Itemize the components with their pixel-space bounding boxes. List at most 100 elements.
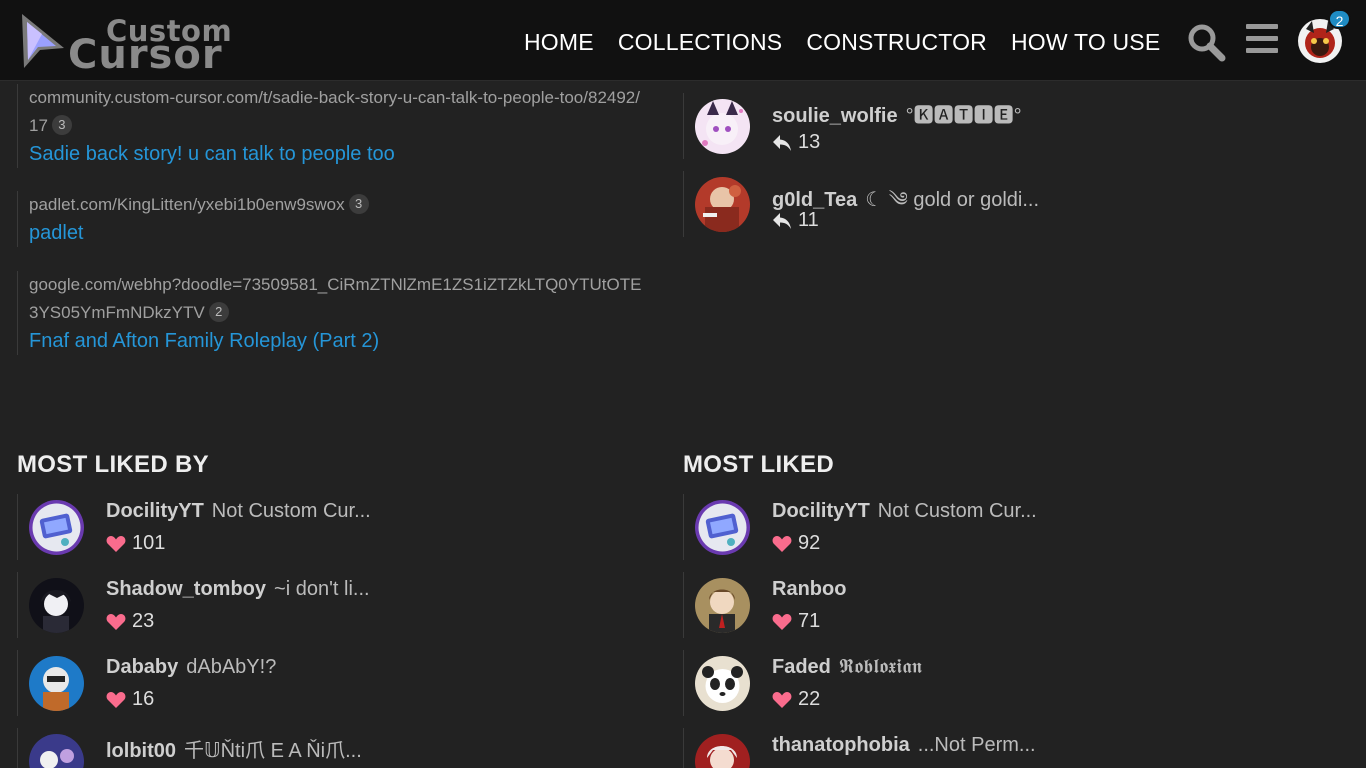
user-title: dAbAbY!? [186,656,277,678]
link-url: google.com/webhp?doodle=73509581_CiRmZTN… [29,275,642,322]
user-info: lolbit00 千𝕌Ňti爪 E A Ňi爪... [106,734,362,763]
avatar[interactable] [695,99,750,154]
search-icon[interactable] [1186,22,1226,62]
nav-home[interactable]: HOME [524,28,594,56]
username[interactable]: DocilityYT [772,500,870,522]
heart-icon [106,535,126,552]
reply-icon [773,212,791,229]
username[interactable]: soulie_wolfie [772,105,898,127]
user-info: DocilityYT Not Custom Cur... [106,500,371,523]
user-row[interactable]: Shadow_tomboy ~i don't li... 23 [17,572,457,638]
user-info: soulie_wolfie °🅺🅰🆃🅸🅴° [772,99,1022,128]
link-url: community.custom-cursor.com/t/sadie-back… [29,88,640,135]
site-logo[interactable]: Custom Cursor [18,12,232,78]
user-title: ...Not Perm... [917,734,1036,756]
user-row[interactable]: Dababy dAbAbY!? 16 [17,650,457,716]
user-title: ☾ ༄ gold or goldi... [865,189,1039,211]
avatar[interactable] [29,500,84,555]
reply-count: 11 [798,209,819,231]
like-stat: 92 [772,532,820,555]
link-url: padlet.com/KingLitten/yxebi1b0enw9swox [29,195,345,214]
notification-badge[interactable]: 2 [1328,9,1351,29]
user-info: Dababy dAbAbY!? [106,656,276,679]
user-info: Shadow_tomboy ~i don't li... [106,578,370,601]
like-count: 71 [798,610,821,632]
user-title: ~i don't li... [274,578,370,600]
like-count: 101 [132,532,166,554]
reply-count: 13 [798,131,821,153]
hamburger-menu-icon[interactable] [1246,24,1280,58]
like-stat: 22 [772,688,820,711]
like-count: 92 [798,532,821,554]
like-stat: 16 [106,688,154,711]
nav-collections[interactable]: COLLECTIONS [618,28,783,56]
avatar[interactable] [695,177,750,232]
username[interactable]: DocilityYT [106,500,204,522]
link-click-count: 2 [208,302,229,322]
avatar[interactable] [29,578,84,633]
heart-icon [106,691,126,708]
avatar[interactable] [29,734,84,768]
user-info: thanatophobia ...Not Perm... [772,734,1036,757]
like-count: 23 [132,610,155,632]
username[interactable]: thanatophobia [772,734,910,756]
heart-icon [106,613,126,630]
user-row[interactable]: g0ld_Tea ☾ ༄ gold or goldi... 11 [683,171,1123,237]
username[interactable]: g0ld_Tea [772,189,857,211]
user-row[interactable]: Faded 𝕽𝖔𝖇𝖑𝖔𝖝𝖎𝖆𝖓 22 [683,650,1123,716]
link-item: community.custom-cursor.com/t/sadie-back… [17,84,647,168]
user-row[interactable]: DocilityYT Not Custom Cur... 92 [683,494,1123,560]
user-title: 千𝕌Ňti爪 E A Ňi爪... [184,740,362,762]
avatar[interactable] [695,500,750,555]
user-row[interactable]: soulie_wolfie °🅺🅰🆃🅸🅴° 13 [683,93,1123,159]
user-row[interactable]: thanatophobia ...Not Perm... [683,728,1123,768]
link-item: google.com/webhp?doodle=73509581_CiRmZTN… [17,271,647,355]
user-title: °🅺🅰🆃🅸🅴° [905,105,1022,127]
username[interactable]: Ranboo [772,578,846,600]
nav-how-to-use[interactable]: HOW TO USE [1011,28,1160,56]
most-liked-heading: MOST LIKED [683,451,834,478]
link-click-count: 3 [348,194,369,214]
link-title[interactable]: padlet [29,219,647,247]
nav-constructor[interactable]: CONSTRUCTOR [806,28,987,56]
link-item: padlet.com/KingLitten/yxebi1b0enw9swox 3 … [17,191,647,247]
user-row[interactable]: Ranboo 71 [683,572,1123,638]
link-title[interactable]: Fnaf and Afton Family Roleplay (Part 2) [29,327,647,355]
heart-icon [772,613,792,630]
reply-stat: 13 [772,131,820,154]
heart-icon [772,691,792,708]
link-url-block: community.custom-cursor.com/t/sadie-back… [29,84,647,140]
user-title: Not Custom Cur... [211,500,371,522]
user-title: 𝕽𝖔𝖇𝖑𝖔𝖝𝖎𝖆𝖓 [838,656,923,678]
user-info: Faded 𝕽𝖔𝖇𝖑𝖔𝖝𝖎𝖆𝖓 [772,656,922,679]
heart-icon [772,535,792,552]
logo-text-cursor: Cursor [68,32,223,78]
user-row[interactable]: DocilityYT Not Custom Cur... 101 [17,494,457,560]
like-stat: 23 [106,610,154,633]
username[interactable]: Shadow_tomboy [106,578,266,600]
user-row[interactable]: lolbit00 千𝕌Ňti爪 E A Ňi爪... [17,728,457,768]
avatar[interactable] [29,656,84,711]
link-url-block: padlet.com/KingLitten/yxebi1b0enw9swox 3 [29,191,647,219]
most-liked-by-heading: MOST LIKED BY [17,451,209,478]
username[interactable]: Dababy [106,656,178,678]
user-info: DocilityYT Not Custom Cur... [772,500,1037,523]
like-stat: 101 [106,532,165,555]
reply-icon [773,134,791,151]
like-stat: 71 [772,610,820,633]
like-count: 16 [132,688,155,710]
link-title[interactable]: Sadie back story! u can talk to people t… [29,140,647,168]
site-header: Custom Cursor HOME COLLECTIONS CONSTRUCT… [0,0,1366,81]
user-title: Not Custom Cur... [877,500,1037,522]
link-url-block: google.com/webhp?doodle=73509581_CiRmZTN… [29,271,647,327]
user-info: Ranboo [772,578,854,601]
reply-stat: 11 [772,209,819,232]
cursor-arrow-icon [22,14,64,68]
avatar[interactable] [695,656,750,711]
avatar[interactable] [695,734,750,768]
username[interactable]: Faded [772,656,831,678]
like-count: 22 [798,688,821,710]
username[interactable]: lolbit00 [106,740,176,762]
main-nav: HOME COLLECTIONS CONSTRUCTOR HOW TO USE [512,28,1172,56]
avatar[interactable] [695,578,750,633]
